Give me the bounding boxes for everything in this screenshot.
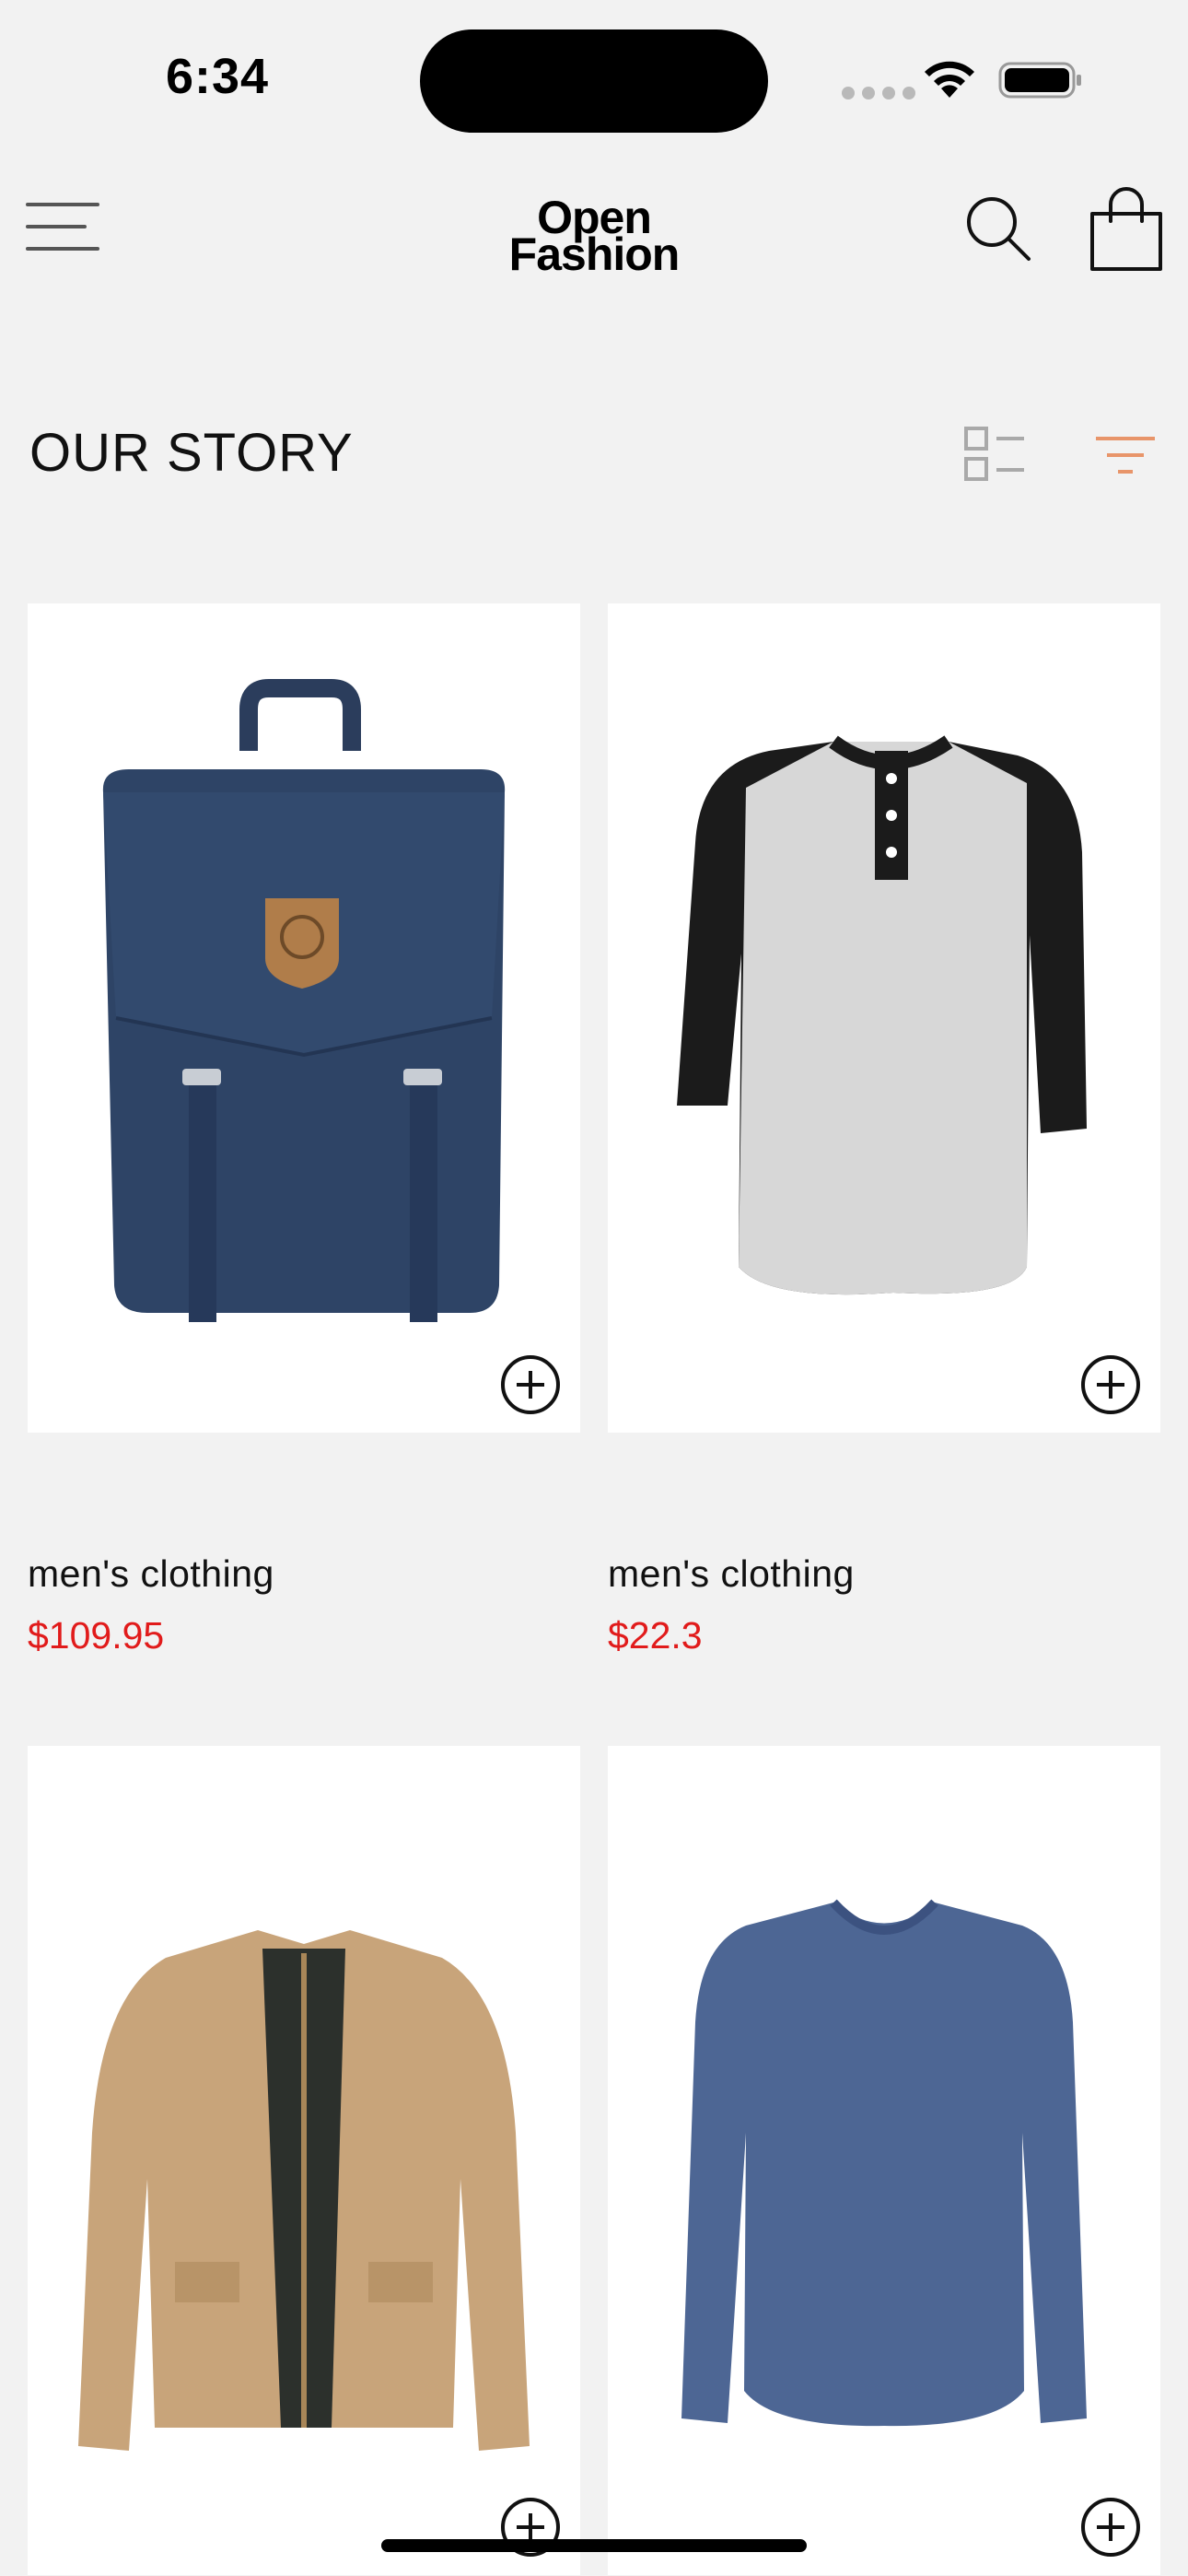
battery-icon	[998, 62, 1081, 99]
product-category: men's clothing	[28, 1552, 274, 1595]
add-to-cart-button[interactable]	[501, 1355, 560, 1414]
search-icon[interactable]	[963, 193, 1033, 263]
backpack-image	[102, 679, 506, 1322]
dynamic-island	[420, 29, 768, 133]
section-title: OUR STORY	[29, 423, 354, 483]
product-card[interactable]: men's clothing $22.3	[608, 603, 1160, 1657]
cellular-signal-icon	[842, 87, 915, 100]
product-image[interactable]	[608, 603, 1160, 1433]
add-to-cart-button[interactable]	[1081, 1355, 1140, 1414]
product-image[interactable]	[28, 1746, 580, 2575]
add-to-cart-button[interactable]	[1081, 2498, 1140, 2557]
wifi-icon	[925, 61, 974, 98]
status-bar: 6:34	[0, 0, 1188, 157]
home-indicator[interactable]	[381, 2539, 807, 2552]
product-image[interactable]	[28, 603, 580, 1433]
filter-icon[interactable]	[1094, 433, 1157, 479]
product-card[interactable]	[28, 1746, 580, 2575]
henley-shirt-image	[677, 735, 1087, 1295]
status-time: 6:34	[166, 49, 270, 104]
product-image[interactable]	[608, 1746, 1160, 2575]
product-card[interactable]	[608, 1746, 1160, 2575]
jacket-image	[78, 1930, 530, 2451]
long-sleeve-tee-image	[681, 1899, 1087, 2427]
product-card[interactable]: men's clothing $109.95	[28, 603, 580, 1657]
nav-header: Open Fashion	[0, 166, 1188, 304]
product-price: $22.3	[608, 1614, 703, 1657]
shopping-bag-icon[interactable]	[1087, 186, 1166, 273]
list-view-icon[interactable]	[963, 426, 1026, 483]
product-category: men's clothing	[608, 1552, 855, 1595]
product-price: $109.95	[28, 1614, 165, 1657]
app-screen: 6:34 Open Fashion OUR STORY men's clothi…	[0, 0, 1188, 2576]
